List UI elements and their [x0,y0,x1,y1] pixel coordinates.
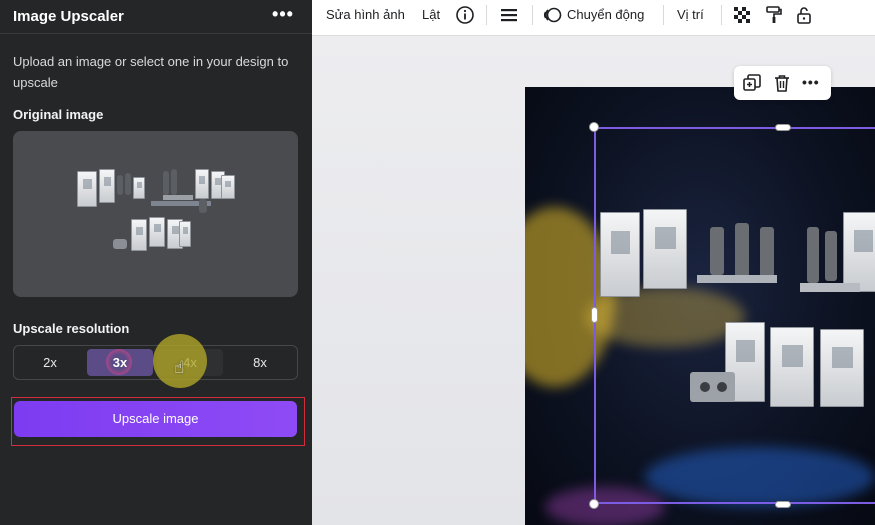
panel-header: Image Upscaler ••• [0,0,312,34]
flip-button[interactable]: Lật [422,0,440,30]
resolution-option-8x[interactable]: 8x [227,349,293,376]
upscale-resolution-label: Upscale resolution [13,321,130,336]
paint-roller-icon[interactable] [764,5,784,25]
duplicate-icon[interactable] [742,73,762,93]
edit-image-button[interactable]: Sửa hình ảnh [326,0,405,30]
original-image-preview[interactable] [13,131,298,297]
resize-handle-top-left[interactable] [589,122,599,132]
resize-handle-bottom-left[interactable] [589,499,599,509]
element-floating-toolbar: ••• [734,66,831,100]
animate-button[interactable]: Chuyển động [567,0,644,30]
checkerboard-icon[interactable] [732,5,752,25]
original-image-label: Original image [13,107,104,122]
panel-more-button[interactable]: ••• [270,4,296,28]
toolbar-divider [721,5,722,25]
toolbar-divider [663,5,664,25]
click-ripple [106,349,132,375]
more-options-button[interactable]: ••• [802,73,822,93]
panel-description: Upload an image or select one in your de… [13,54,289,90]
image-upscaler-panel: Image Upscaler ••• Upload an image or se… [0,0,312,525]
toolbar-divider [532,5,533,25]
toolbar-divider [486,5,487,25]
hand-cursor-icon: ☝ [174,358,185,377]
context-toolbar: Sửa hình ảnh Lật Chuyển động Vị trí [312,0,875,36]
info-icon[interactable] [455,5,475,25]
upscale-image-button[interactable]: Upscale image [14,401,297,437]
resize-handle-left[interactable] [591,307,598,323]
panel-title: Image Upscaler [13,8,124,25]
unlock-icon[interactable] [794,5,814,25]
resize-handle-bottom[interactable] [775,501,791,508]
animate-icon[interactable] [543,5,563,25]
position-button[interactable]: Vị trí [677,0,704,30]
selection-frame[interactable] [594,127,875,504]
trash-icon[interactable] [772,73,792,93]
resolution-option-2x[interactable]: 2x [17,349,83,376]
resize-handle-top[interactable] [775,124,791,131]
lines-icon[interactable] [499,5,519,25]
